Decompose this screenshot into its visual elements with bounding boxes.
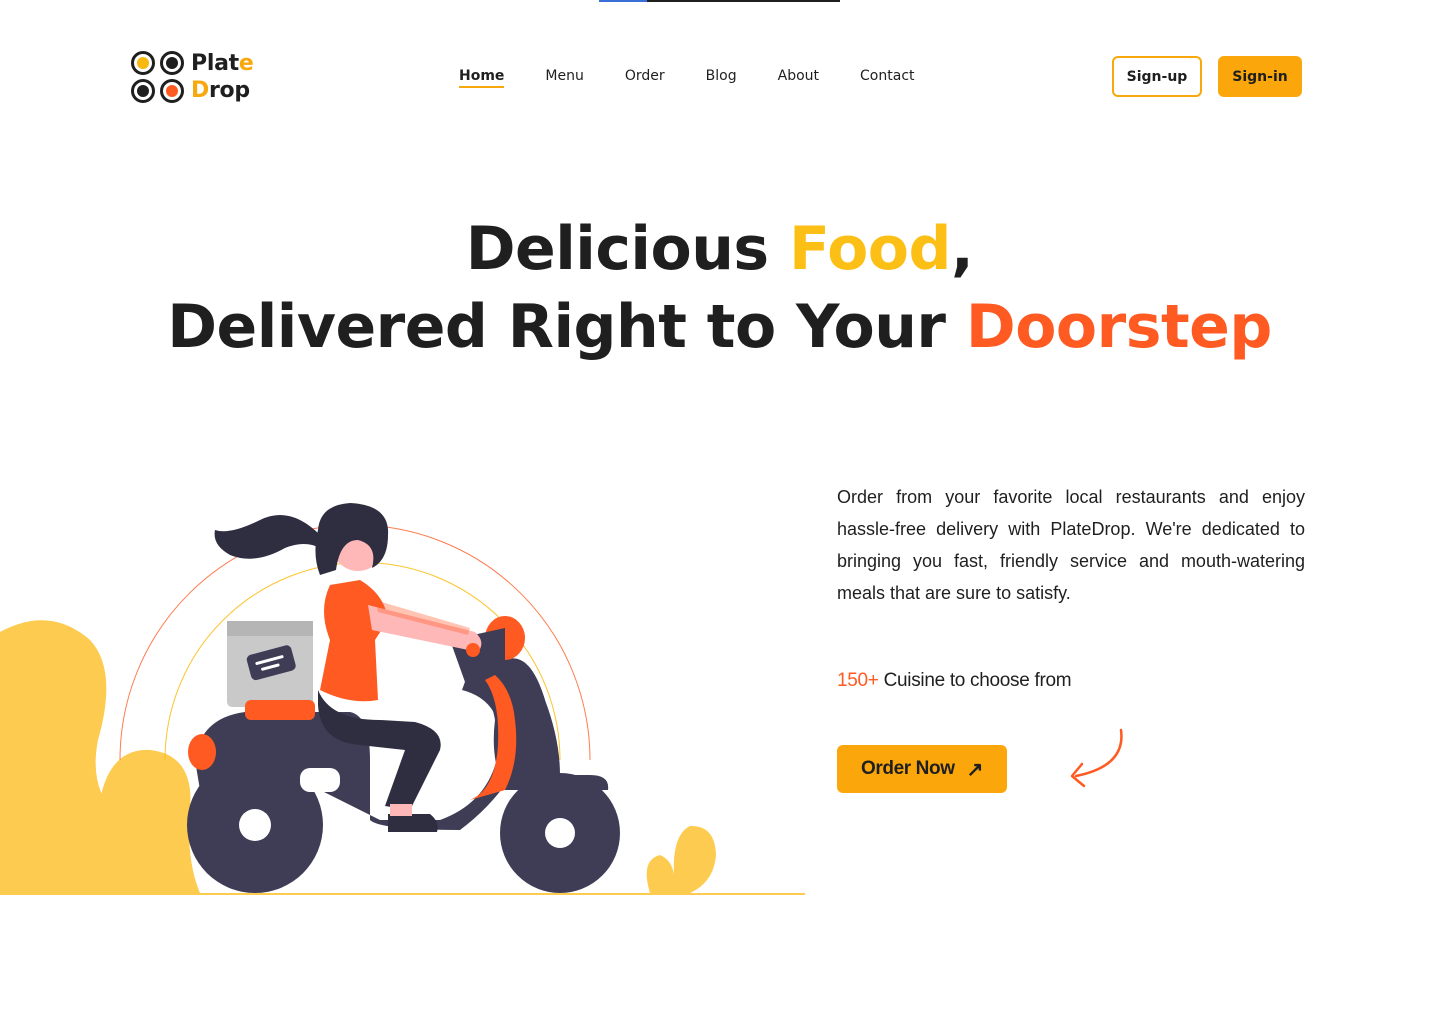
logo-dot xyxy=(160,51,184,75)
nav-about[interactable]: About xyxy=(778,66,819,88)
brand-line1: Plat xyxy=(191,51,239,76)
rider-shirt xyxy=(320,580,388,702)
hero-headline-line1: Delicious Food, xyxy=(0,212,1439,286)
headline-comma: , xyxy=(950,214,974,284)
nav-blog[interactable]: Blog xyxy=(706,66,737,88)
cuisine-stat-text: Cuisine to choose from xyxy=(878,670,1072,691)
nav-contact[interactable]: Contact xyxy=(860,66,914,88)
scooter-taillight xyxy=(188,734,216,770)
signin-button[interactable]: Sign-in xyxy=(1218,56,1302,97)
headline-text: Delicious xyxy=(465,214,790,284)
brand-name: Plate Drop xyxy=(191,50,254,104)
main-nav: Home Menu Order Blog About Contact xyxy=(459,66,915,88)
logo-dots-icon xyxy=(131,51,185,103)
brand-line2: rop xyxy=(208,78,250,103)
nav-home[interactable]: Home xyxy=(459,66,505,88)
nav-menu[interactable]: Menu xyxy=(545,66,583,88)
plant-right xyxy=(646,825,716,893)
top-scroll-indicator xyxy=(599,0,840,2)
order-now-button[interactable]: Order Now ↗ xyxy=(837,745,1007,793)
logo-dot xyxy=(131,79,155,103)
logo-dot xyxy=(160,79,184,103)
scooter-seat xyxy=(245,700,315,720)
logo-dot xyxy=(131,51,155,75)
hero-headline-line2: Delivered Right to Your Doorstep xyxy=(0,290,1439,364)
order-now-label: Order Now xyxy=(861,758,955,779)
brand-line2-accent: D xyxy=(191,78,209,103)
headline-accent-food: Food xyxy=(789,214,951,284)
hero-description: Order from your favorite local restauran… xyxy=(837,487,1305,603)
cuisine-stat: 150+ Cuisine to choose from xyxy=(837,668,1072,694)
signup-button[interactable]: Sign-up xyxy=(1112,56,1202,97)
brand-line1-accent: e xyxy=(238,51,254,76)
bush-left-small xyxy=(97,749,200,893)
top-scroll-progress xyxy=(599,0,647,2)
rider-ponytail xyxy=(214,515,320,559)
cuisine-count: 150+ xyxy=(837,670,879,691)
curved-arrow-icon xyxy=(1070,728,1123,788)
delivery-scooter-illustration xyxy=(0,503,805,895)
headline-text: Delivered Right to Your xyxy=(167,292,966,362)
brand-logo[interactable]: Plate Drop xyxy=(131,49,271,105)
nav-order[interactable]: Order xyxy=(625,66,665,88)
rider-shoe xyxy=(388,814,438,832)
headline-accent-doorstep: Doorstep xyxy=(965,292,1272,362)
arrow-up-right-icon: ↗ xyxy=(966,758,984,781)
